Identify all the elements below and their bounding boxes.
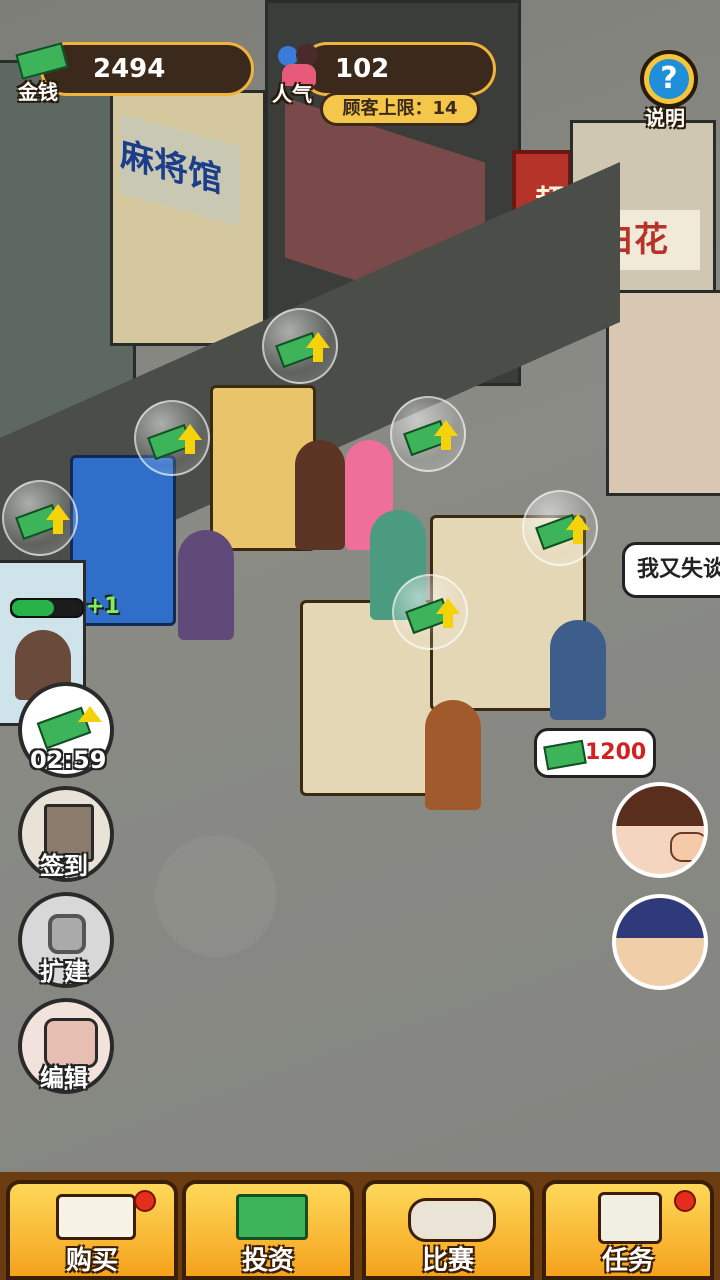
arrow-up-icon [436,598,460,614]
edit-label: 编辑 [40,1064,88,1092]
cash-icon [543,739,587,771]
right-roof [606,290,720,496]
customer[interactable] [550,620,606,720]
popularity-label: 人气 [272,82,312,106]
tab-invest-label: 投资 [241,1246,294,1276]
arrow-up-icon [306,332,330,348]
npc-avatar-girl[interactable] [612,782,708,878]
basket-icon [56,1194,136,1240]
tab-buy-label: 购买 [65,1246,118,1276]
cash-bubble[interactable] [2,480,78,556]
buy-badge [134,1190,156,1212]
arrow-up-icon [566,514,590,530]
boost-timer: 02:59 [30,746,107,774]
arrow-up-icon [78,706,102,722]
npc-avatar-boy[interactable] [612,894,708,990]
income-progress-bar [10,598,84,618]
customer[interactable] [425,700,481,810]
cash-bubble[interactable] [134,400,210,476]
cash-bubble[interactable] [392,574,468,650]
game-scene[interactable]: 麻将馆 超級优惠 白花 [0,0,720,1280]
money-label: 金钱 [18,80,58,104]
cash-stack-icon [14,42,70,80]
customer[interactable] [295,440,345,550]
money-bar: 2494 [40,42,254,96]
customer-speech-bubble: 我又失谈 [622,542,720,598]
arrow-up-icon [434,420,458,436]
customer-cap-pill: 顾客上限：14 [320,92,480,126]
question-icon: ? [649,59,689,99]
arrow-up-icon [46,504,70,520]
medal-clipboard-icon [598,1192,662,1244]
checkin-label: 签到 [40,852,88,880]
cash-stack-icon [236,1194,308,1240]
reward-amount: 1200 [585,740,647,765]
gamepad-icon [408,1198,496,1242]
tab-tasks-label: 任务 [601,1246,654,1276]
expand-label: 扩建 [40,958,88,986]
pointing-hand-icon [670,832,704,862]
income-plus-label: +1 [86,594,120,619]
popularity-bar: 102 [300,42,496,96]
popularity-value: 102 [335,54,390,84]
money-value: 2494 [93,54,166,84]
arrow-up-icon [178,424,202,440]
help-button[interactable]: ? [640,50,698,108]
lock-icon [48,914,86,954]
customer[interactable] [178,530,234,640]
cash-bubble[interactable] [390,396,466,472]
reward-bubble[interactable]: 1200 [534,728,656,778]
cash-bubble[interactable] [522,490,598,566]
help-label[interactable]: 说明 [645,102,685,131]
tasks-badge [674,1190,696,1212]
cash-bubble[interactable] [262,308,338,384]
tab-match-label: 比赛 [421,1246,474,1276]
